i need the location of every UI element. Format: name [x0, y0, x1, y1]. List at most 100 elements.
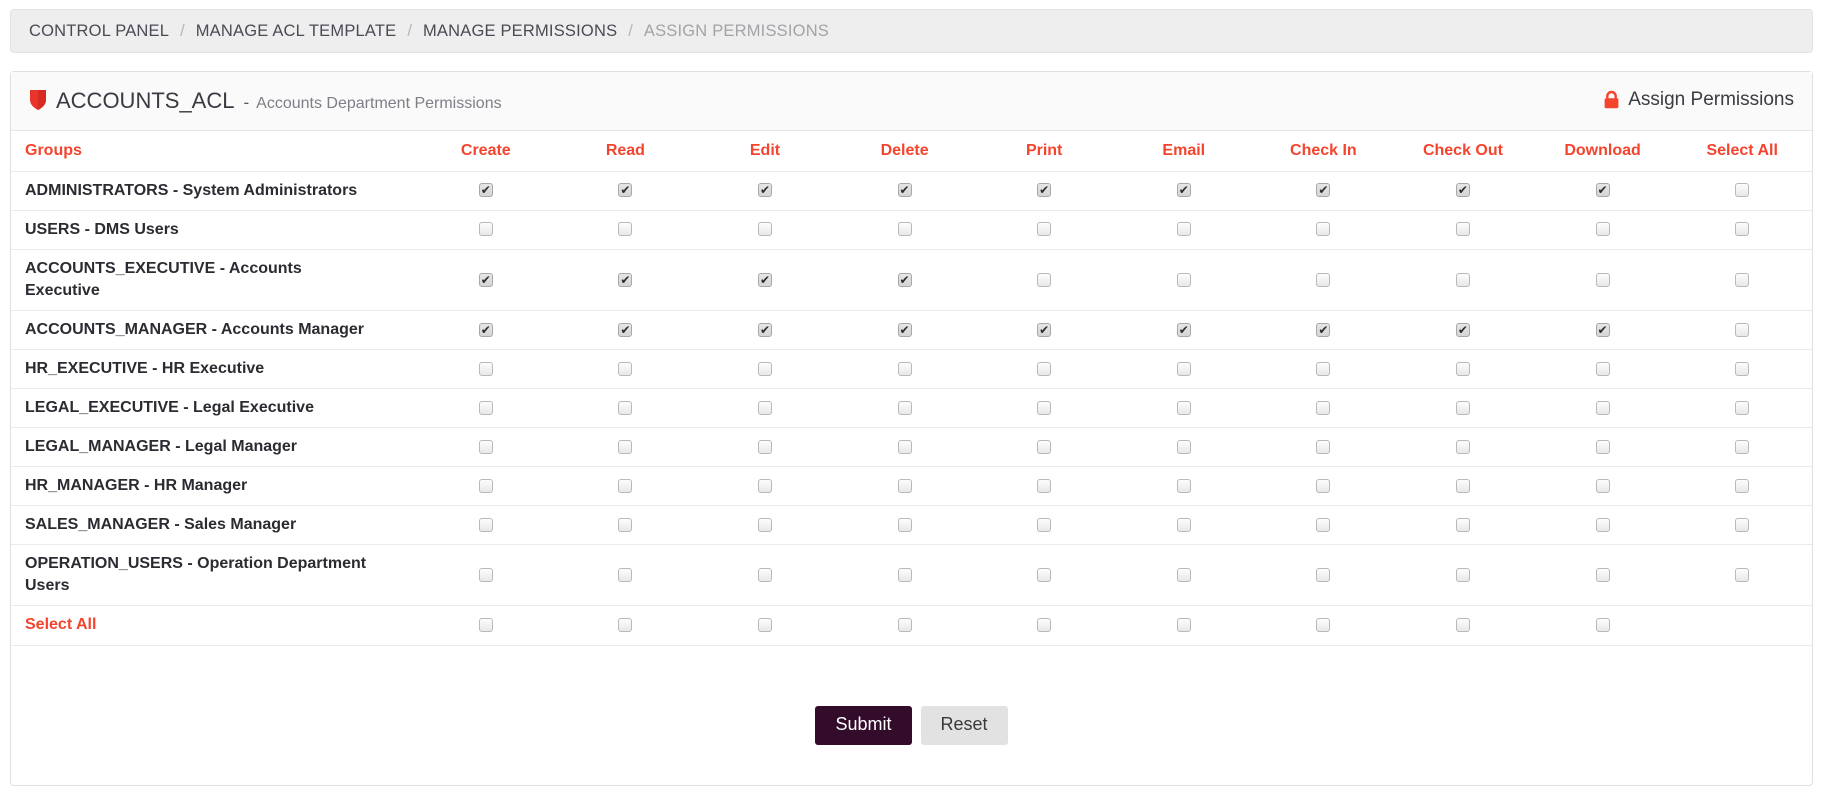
- checkbox-download[interactable]: [1595, 182, 1610, 198]
- checkbox-check-in[interactable]: [1316, 568, 1331, 583]
- checkbox-check-out[interactable]: [1455, 322, 1470, 338]
- select-all-checkbox-print[interactable]: [1037, 618, 1052, 633]
- breadcrumb-item-manage-permissions[interactable]: MANAGE PERMISSIONS: [423, 22, 617, 41]
- checkbox-select-all[interactable]: [1735, 400, 1750, 415]
- checkbox-read[interactable]: [618, 182, 633, 198]
- select-all-checkbox-delete[interactable]: [897, 618, 912, 633]
- checkbox-check-out[interactable]: [1455, 439, 1470, 454]
- checkbox-delete[interactable]: [897, 439, 912, 454]
- checkbox-email[interactable]: [1176, 518, 1191, 532]
- checkbox-check-in[interactable]: [1316, 222, 1331, 237]
- checkbox-read[interactable]: [618, 222, 633, 237]
- checkbox-select-all[interactable]: [1735, 272, 1750, 287]
- checkbox-check-in[interactable]: [1316, 518, 1331, 532]
- checkbox-download[interactable]: [1595, 518, 1610, 532]
- checkbox-download[interactable]: [1595, 439, 1610, 454]
- checkbox-download[interactable]: [1595, 272, 1610, 287]
- checkbox-print[interactable]: [1037, 518, 1052, 532]
- checkbox-read[interactable]: [618, 361, 633, 376]
- checkbox-read[interactable]: [618, 400, 633, 415]
- checkbox-delete[interactable]: [897, 478, 912, 493]
- checkbox-edit[interactable]: [757, 478, 772, 493]
- select-all-checkbox-email[interactable]: [1176, 618, 1191, 633]
- checkbox-print[interactable]: [1037, 322, 1052, 338]
- checkbox-delete[interactable]: [897, 518, 912, 532]
- checkbox-create[interactable]: [478, 322, 493, 338]
- checkbox-print[interactable]: [1037, 568, 1052, 583]
- checkbox-email[interactable]: [1176, 222, 1191, 237]
- checkbox-email[interactable]: [1176, 400, 1191, 415]
- checkbox-check-in[interactable]: [1316, 478, 1331, 493]
- checkbox-edit[interactable]: [757, 222, 772, 237]
- checkbox-download[interactable]: [1595, 322, 1610, 338]
- checkbox-select-all[interactable]: [1735, 568, 1750, 583]
- checkbox-create[interactable]: [478, 568, 493, 583]
- checkbox-email[interactable]: [1176, 361, 1191, 376]
- checkbox-create[interactable]: [478, 222, 493, 237]
- checkbox-create[interactable]: [478, 518, 493, 532]
- select-all-checkbox-check-in[interactable]: [1316, 618, 1331, 633]
- checkbox-edit[interactable]: [757, 568, 772, 583]
- checkbox-select-all[interactable]: [1735, 478, 1750, 493]
- checkbox-print[interactable]: [1037, 478, 1052, 493]
- checkbox-check-out[interactable]: [1455, 568, 1470, 583]
- select-all-checkbox-download[interactable]: [1595, 618, 1610, 633]
- checkbox-select-all[interactable]: [1735, 518, 1750, 532]
- checkbox-select-all[interactable]: [1735, 222, 1750, 237]
- checkbox-edit[interactable]: [757, 272, 772, 288]
- checkbox-read[interactable]: [618, 478, 633, 493]
- breadcrumb-item-control-panel[interactable]: CONTROL PANEL: [29, 22, 169, 41]
- select-all-checkbox-edit[interactable]: [757, 618, 772, 633]
- checkbox-read[interactable]: [618, 322, 633, 338]
- checkbox-read[interactable]: [618, 272, 633, 288]
- checkbox-email[interactable]: [1176, 439, 1191, 454]
- checkbox-check-out[interactable]: [1455, 272, 1470, 287]
- checkbox-check-out[interactable]: [1455, 361, 1470, 376]
- checkbox-download[interactable]: [1595, 478, 1610, 493]
- checkbox-edit[interactable]: [757, 361, 772, 376]
- checkbox-create[interactable]: [478, 182, 493, 198]
- checkbox-select-all[interactable]: [1735, 439, 1750, 454]
- checkbox-edit[interactable]: [757, 400, 772, 415]
- checkbox-select-all[interactable]: [1735, 322, 1750, 337]
- checkbox-print[interactable]: [1037, 272, 1052, 287]
- checkbox-select-all[interactable]: [1735, 361, 1750, 376]
- breadcrumb-item-manage-acl-template[interactable]: MANAGE ACL TEMPLATE: [196, 22, 397, 41]
- checkbox-check-in[interactable]: [1316, 182, 1331, 198]
- checkbox-edit[interactable]: [757, 322, 772, 338]
- select-all-checkbox-read[interactable]: [618, 618, 633, 633]
- checkbox-delete[interactable]: [897, 182, 912, 198]
- checkbox-delete[interactable]: [897, 361, 912, 376]
- checkbox-check-in[interactable]: [1316, 272, 1331, 287]
- checkbox-check-in[interactable]: [1316, 322, 1331, 338]
- checkbox-check-out[interactable]: [1455, 182, 1470, 198]
- select-all-checkbox-create[interactable]: [478, 618, 493, 633]
- checkbox-download[interactable]: [1595, 568, 1610, 583]
- checkbox-check-in[interactable]: [1316, 361, 1331, 376]
- checkbox-delete[interactable]: [897, 400, 912, 415]
- checkbox-create[interactable]: [478, 439, 493, 454]
- checkbox-delete[interactable]: [897, 568, 912, 583]
- checkbox-check-in[interactable]: [1316, 439, 1331, 454]
- checkbox-email[interactable]: [1176, 568, 1191, 583]
- checkbox-check-in[interactable]: [1316, 400, 1331, 415]
- checkbox-download[interactable]: [1595, 361, 1610, 376]
- checkbox-download[interactable]: [1595, 400, 1610, 415]
- checkbox-edit[interactable]: [757, 182, 772, 198]
- checkbox-edit[interactable]: [757, 518, 772, 532]
- checkbox-download[interactable]: [1595, 222, 1610, 237]
- checkbox-read[interactable]: [618, 518, 633, 532]
- checkbox-email[interactable]: [1176, 478, 1191, 493]
- checkbox-email[interactable]: [1176, 322, 1191, 338]
- checkbox-create[interactable]: [478, 361, 493, 376]
- checkbox-read[interactable]: [618, 568, 633, 583]
- select-all-checkbox-check-out[interactable]: [1455, 618, 1470, 633]
- checkbox-delete[interactable]: [897, 222, 912, 237]
- checkbox-print[interactable]: [1037, 222, 1052, 237]
- checkbox-check-out[interactable]: [1455, 400, 1470, 415]
- checkbox-print[interactable]: [1037, 182, 1052, 198]
- checkbox-print[interactable]: [1037, 439, 1052, 454]
- checkbox-delete[interactable]: [897, 272, 912, 288]
- checkbox-check-out[interactable]: [1455, 222, 1470, 237]
- reset-button[interactable]: Reset: [920, 705, 1008, 746]
